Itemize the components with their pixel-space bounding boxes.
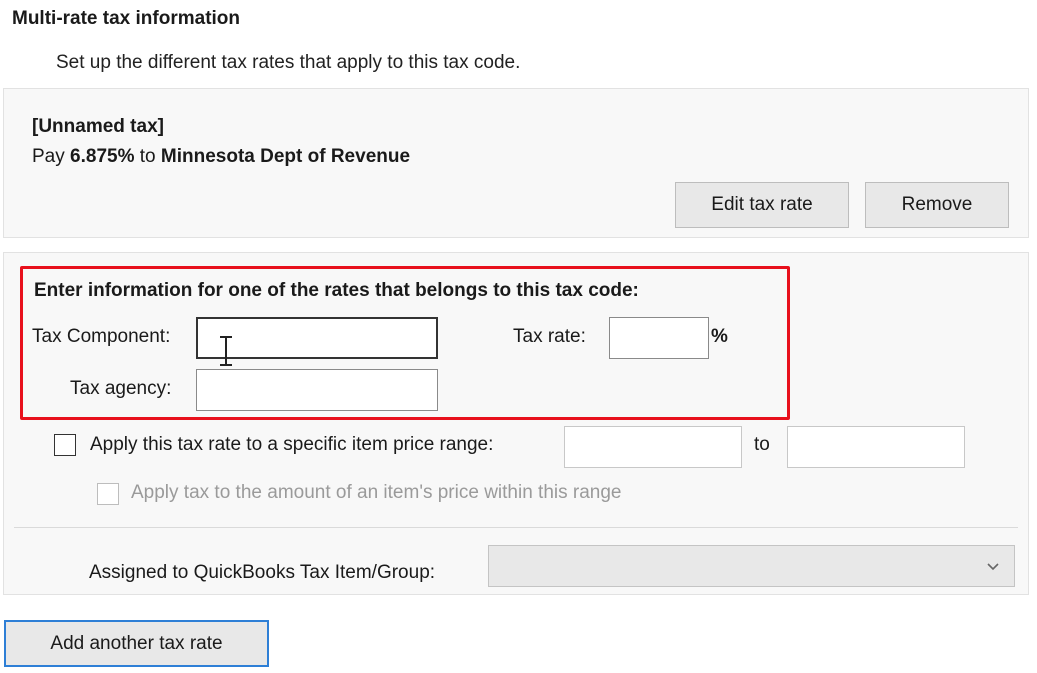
form-heading: Enter information for one of the rates t… — [34, 280, 639, 301]
price-range-to-input[interactable] — [787, 426, 965, 468]
tax-summary: Pay 6.875% to Minnesota Dept of Revenue — [32, 146, 410, 168]
tax-rate-input[interactable] — [609, 317, 709, 359]
tax-agency-input[interactable] — [196, 369, 438, 411]
section-description: Set up the different tax rates that appl… — [56, 52, 521, 73]
tax-summary-rate: 6.875% — [70, 146, 135, 167]
tax-agency-label: Tax agency: — [70, 378, 172, 399]
price-range-label[interactable]: Apply this tax rate to a specific item p… — [90, 434, 493, 456]
percent-sign: % — [711, 326, 728, 347]
within-range-checkbox[interactable] — [97, 483, 119, 505]
within-range-label: Apply tax to the amount of an item's pri… — [131, 482, 622, 503]
tax-summary-agency: Minnesota Dept of Revenue — [160, 146, 411, 167]
tax-component-label: Tax Component: — [32, 326, 171, 347]
price-range-checkbox[interactable] — [54, 434, 76, 456]
divider — [14, 527, 1018, 528]
tax-name: [Unnamed tax] — [32, 116, 164, 137]
price-range-to-label: to — [754, 434, 770, 455]
assigned-tax-item-label: Assigned to QuickBooks Tax Item/Group: — [89, 562, 436, 583]
text-cursor-icon — [220, 336, 232, 366]
edit-tax-rate-button[interactable]: Edit tax rate — [675, 182, 849, 228]
add-another-tax-rate-button[interactable]: Add another tax rate — [4, 620, 269, 667]
section-title: Multi-rate tax information — [12, 8, 241, 29]
remove-button[interactable]: Remove — [865, 182, 1009, 228]
tax-item-group-select[interactable] — [488, 545, 1015, 587]
chevron-down-icon — [987, 563, 999, 571]
tax-summary-to: to — [134, 146, 161, 167]
tax-summary-prefix: Pay — [32, 146, 71, 167]
tax-rate-label: Tax rate: — [513, 326, 586, 347]
price-range-from-input[interactable] — [564, 426, 742, 468]
